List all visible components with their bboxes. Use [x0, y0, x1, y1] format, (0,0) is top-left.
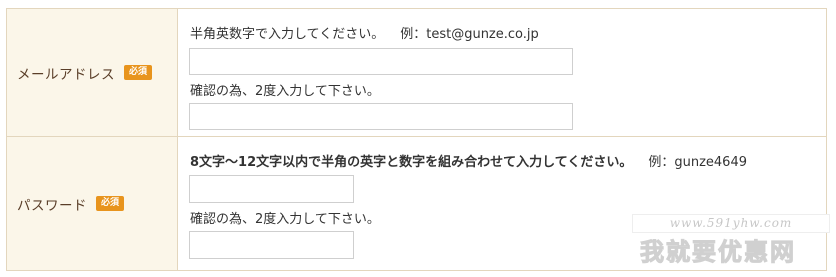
watermark-text: 我就要优惠网	[640, 238, 796, 267]
email-instruction: 半角英数字で入力してください。 例：test@gunze.co.jp	[190, 23, 539, 42]
password-input[interactable]	[189, 175, 354, 203]
email-confirm-input[interactable]	[189, 103, 573, 130]
email-example: 例：test@gunze.co.jp	[400, 27, 539, 42]
password-required-badge: 必須	[96, 196, 125, 211]
email-input[interactable]	[189, 48, 573, 75]
password-example: 例：gunze4649	[648, 155, 747, 170]
password-confirm-input[interactable]	[189, 231, 354, 259]
email-required-badge: 必須	[124, 65, 153, 80]
password-label-cell: パスワード 必須	[7, 137, 178, 270]
watermark-url: www.591yhw.com	[632, 214, 830, 233]
email-instruction-text: 半角英数字で入力してください。	[190, 27, 385, 42]
password-confirm-instruction: 確認の為、2度入力して下さい。	[190, 212, 380, 227]
password-label: パスワード	[17, 197, 87, 214]
email-label-cell: メールアドレス 必須	[7, 9, 178, 136]
email-input-cell: 半角英数字で入力してください。 例：test@gunze.co.jp 確認の為、2…	[178, 9, 826, 136]
email-confirm-instruction: 確認の為、2度入力して下さい。	[190, 84, 380, 99]
email-label: メールアドレス	[17, 66, 115, 83]
password-instruction: 8文字～12文字以内で半角の英字と数字を組み合わせて入力してください。 例：gun…	[190, 151, 747, 170]
email-row: メールアドレス 必須 半角英数字で入力してください。 例：test@gunze.c…	[7, 9, 826, 137]
password-instruction-text: 8文字～12文字以内で半角の英字と数字を組み合わせて入力してください。	[190, 155, 633, 170]
